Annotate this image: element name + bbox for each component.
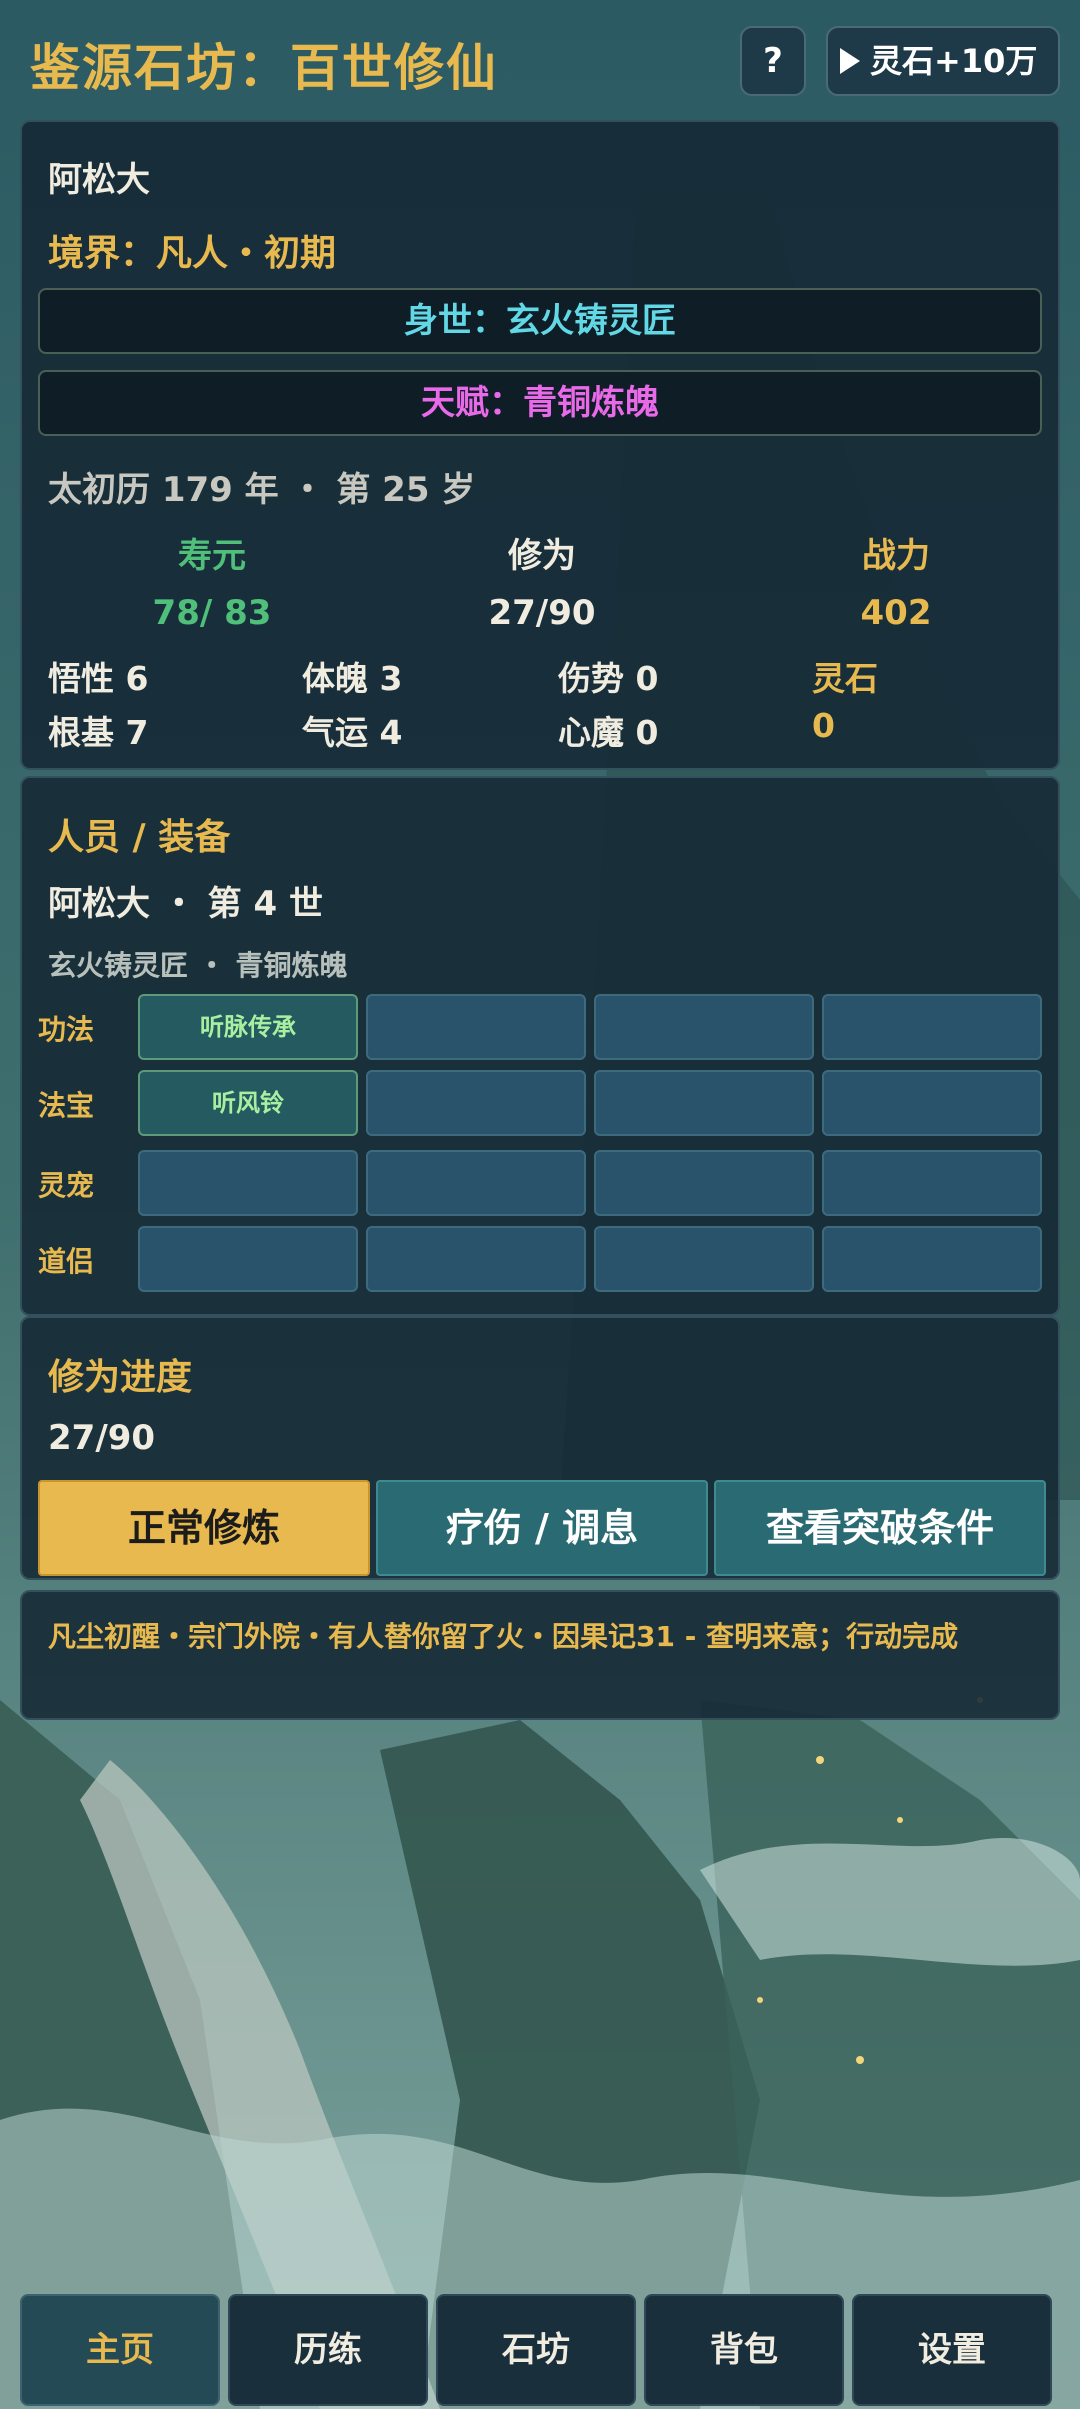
technique-slot-1[interactable]: 听脉传承 <box>138 994 358 1060</box>
tab-home[interactable]: 主页 <box>20 2294 220 2406</box>
spirit-pet-slot-1[interactable] <box>138 1150 358 1216</box>
attr-inner-demon: 心魔 0 <box>558 713 659 752</box>
companion-slot-2[interactable] <box>366 1226 586 1292</box>
artifact-slot-2[interactable] <box>366 1070 586 1136</box>
event-log-panel: 凡尘初醒・宗门外院・有人替你留了火・因果记31 - 查明来意；行动完成 <box>20 1590 1060 1720</box>
stat-value: 78/ 83 <box>152 593 272 633</box>
calendar-text: 太初历 179 年 ・ 第 25 岁 <box>48 470 476 510</box>
stat-label: 寿元 <box>178 536 246 576</box>
play-icon <box>840 48 860 74</box>
stat-combat-power: 战力 402 <box>786 528 1006 633</box>
companion-slot-4[interactable] <box>822 1226 1042 1292</box>
game-title: 鉴源石坊：百世修仙 <box>30 39 498 97</box>
attr-physique: 体魄 3 <box>302 659 403 698</box>
breakthrough-conditions-button[interactable]: 查看突破条件 <box>714 1480 1046 1576</box>
help-button[interactable]: ? <box>740 26 806 96</box>
attr-spirit-stone-value: 0 <box>812 706 835 745</box>
artifact-slot-1[interactable]: 听风铃 <box>138 1070 358 1136</box>
normal-cultivation-button[interactable]: 正常修炼 <box>38 1480 370 1576</box>
realm-text: 境界：凡人・初期 <box>48 233 337 274</box>
spirit-pet-slot-3[interactable] <box>594 1150 814 1216</box>
top-bar: 鉴源石坊：百世修仙 ? 灵石+10万 <box>0 0 1080 120</box>
stat-cultivation: 修为 27/90 <box>432 528 652 633</box>
attr-luck: 气运 4 <box>302 713 403 752</box>
stat-label: 修为 <box>508 536 576 576</box>
cultivation-progress-panel: 修为进度 27/90 正常修炼 疗伤 / 调息 查看突破条件 <box>20 1316 1060 1580</box>
progress-title: 修为进度 <box>48 1357 193 1398</box>
technique-slot-3[interactable] <box>594 994 814 1060</box>
row-label-companion: 道侣 <box>38 1245 95 1278</box>
tab-stone-shop[interactable]: 石坊 <box>436 2294 636 2406</box>
row-label-artifact: 法宝 <box>38 1089 95 1122</box>
row-label-spirit-pet: 灵宠 <box>38 1169 95 1202</box>
progress-value: 27/90 <box>48 1418 156 1458</box>
talent-banner: 天赋：青铜炼魄 <box>38 370 1042 436</box>
companion-slot-3[interactable] <box>594 1226 814 1292</box>
attr-foundation: 根基 7 <box>48 713 149 752</box>
stat-value: 27/90 <box>488 593 596 633</box>
artifact-slot-4[interactable] <box>822 1070 1042 1136</box>
technique-slot-4[interactable] <box>822 994 1042 1060</box>
spirit-pet-slot-2[interactable] <box>366 1150 586 1216</box>
bottom-nav: 主页 历练 石坊 背包 设置 <box>20 2294 1060 2406</box>
companion-slot-1[interactable] <box>138 1226 358 1292</box>
equipment-title: 人员 / 装备 <box>48 817 231 858</box>
artifact-slot-3[interactable] <box>594 1070 814 1136</box>
tab-adventure[interactable]: 历练 <box>228 2294 428 2406</box>
spirit-pet-slot-4[interactable] <box>822 1150 1042 1216</box>
add-spirit-stones-label: 灵石+10万 <box>870 42 1038 80</box>
attr-comprehension: 悟性 6 <box>48 659 149 698</box>
stat-value: 402 <box>860 593 932 633</box>
equipment-panel: 人员 / 装备 阿松大 ・ 第 4 世 玄火铸灵匠 ・ 青铜炼魄 功法 听脉传承… <box>20 776 1060 1316</box>
tab-settings[interactable]: 设置 <box>852 2294 1052 2406</box>
incarnation-text: 阿松大 ・ 第 4 世 <box>48 884 324 924</box>
tab-inventory[interactable]: 背包 <box>644 2294 844 2406</box>
app-root: 鉴源石坊：百世修仙 ? 灵石+10万 阿松大 境界：凡人・初期 身世：玄火铸灵匠… <box>0 0 1080 2409</box>
character-name: 阿松大 <box>48 160 150 200</box>
stat-label: 战力 <box>862 536 930 576</box>
heal-rest-button[interactable]: 疗伤 / 调息 <box>376 1480 708 1576</box>
technique-slot-2[interactable] <box>366 994 586 1060</box>
add-spirit-stones-button[interactable]: 灵石+10万 <box>826 26 1060 96</box>
event-log-text: 凡尘初醒・宗门外院・有人替你留了火・因果记31 - 查明来意；行动完成 <box>48 1620 959 1653</box>
attr-injury: 伤势 0 <box>558 659 659 698</box>
row-label-technique: 功法 <box>38 1013 95 1046</box>
character-panel: 阿松大 境界：凡人・初期 身世：玄火铸灵匠 天赋：青铜炼魄 太初历 179 年 … <box>20 120 1060 770</box>
origin-banner: 身世：玄火铸灵匠 <box>38 288 1042 354</box>
identity-summary: 玄火铸灵匠 ・ 青铜炼魄 <box>48 949 348 982</box>
attr-spirit-stone-label: 灵石 <box>812 659 878 698</box>
stat-lifespan: 寿元 78/ 83 <box>102 528 322 633</box>
